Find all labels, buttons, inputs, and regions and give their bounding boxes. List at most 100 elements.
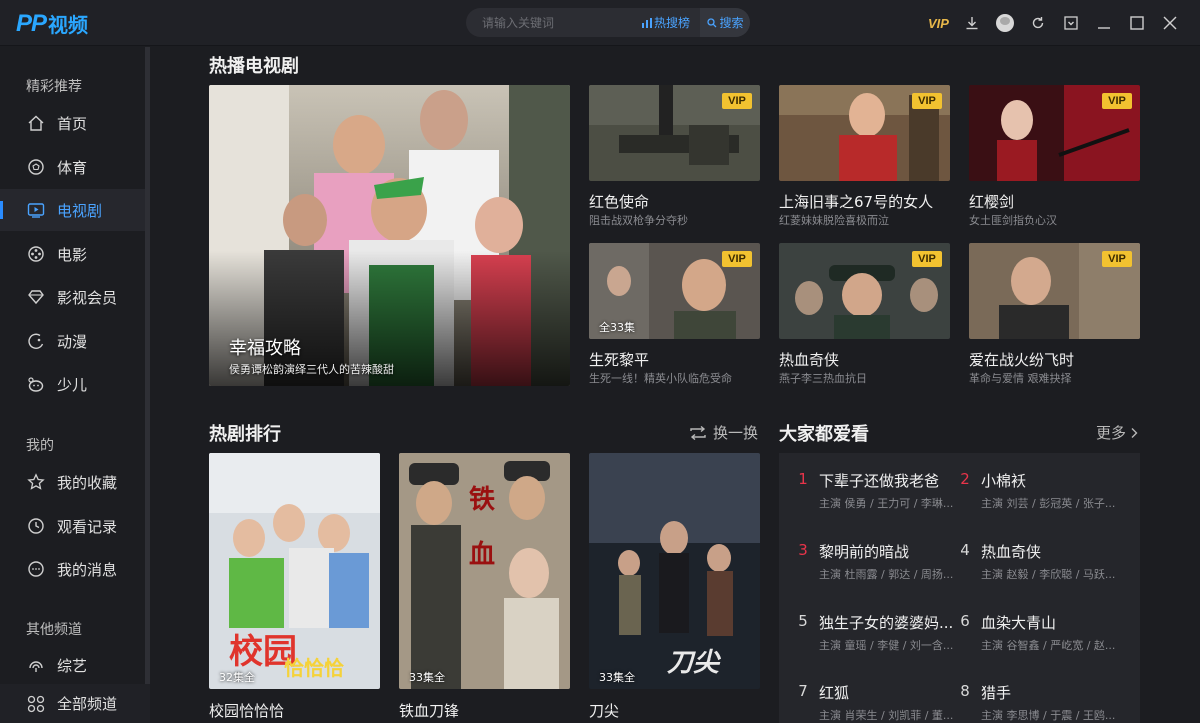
featured-card[interactable]: 幸福攻略 侯勇谭松韵演绎三代人的苦辣酸甜: [209, 85, 570, 386]
variety-icon: [26, 655, 46, 675]
vip-badge: VIP: [722, 93, 752, 109]
rank-number: 7: [798, 682, 808, 700]
logo-mark: PP: [16, 9, 47, 37]
diamond-icon: [26, 287, 46, 307]
all-channels-button[interactable]: 全部频道: [0, 684, 150, 723]
sidebar-item-home[interactable]: 首页: [0, 102, 146, 144]
tv-card-title[interactable]: 上海旧事之67号的女人: [779, 191, 933, 212]
sidebar-item-messages[interactable]: 我的消息: [0, 548, 146, 590]
poster-title[interactable]: 刀尖: [589, 700, 619, 721]
vip-badge: VIP: [722, 251, 752, 267]
tv-card-thumbnail[interactable]: VIP 全33集: [589, 243, 760, 339]
sidebar-item-favorites[interactable]: 我的收藏: [0, 461, 146, 503]
rank-title: 下辈子还做我老爸: [819, 472, 940, 490]
featured-title: 幸福攻略: [229, 338, 301, 359]
dropdown-menu-icon: [1063, 16, 1078, 30]
tv-card-title[interactable]: 红色使命: [589, 191, 649, 212]
sidebar-item-anime[interactable]: 动漫: [0, 320, 146, 362]
tv-card-thumbnail[interactable]: VIP: [779, 85, 950, 181]
rank-title: 热血奇侠: [981, 543, 1042, 561]
minimize-icon: [1097, 27, 1110, 29]
vip-badge: VIP: [1102, 93, 1132, 109]
app-logo[interactable]: PP 视频: [16, 9, 88, 38]
user-avatar-button[interactable]: [988, 11, 1021, 35]
poster-title[interactable]: 校园恰恰恰: [209, 700, 284, 721]
svg-text:恰恰恰: 恰恰恰: [284, 656, 344, 680]
vip-badge: VIP: [912, 93, 942, 109]
sidebar-item-variety[interactable]: 综艺: [0, 644, 146, 686]
tv-card-subtitle: 女土匪剑指负心汉: [969, 214, 1057, 227]
rank-number: 5: [798, 612, 808, 630]
tv-card-thumbnail[interactable]: VIP: [969, 85, 1140, 181]
episode-count-badge: 33集全: [409, 671, 445, 684]
search-button[interactable]: 搜索: [700, 8, 750, 37]
refresh-button[interactable]: [1021, 11, 1054, 35]
ranking-poster[interactable]: 铁血 33集全: [399, 453, 570, 689]
featured-subtitle: 侯勇谭松韵演绎三代人的苦辣酸甜: [229, 363, 394, 376]
tv-card-title[interactable]: 生死黎平: [589, 349, 649, 370]
ranking-poster[interactable]: 刀尖 33集全: [589, 453, 760, 689]
chevron-right-icon: [1131, 427, 1138, 438]
more-label: 更多: [1096, 424, 1127, 442]
tv-card-title[interactable]: 热血奇侠: [779, 349, 839, 370]
rank-cast: 主演 童瑶 / 李健 / 刘一含...: [819, 639, 954, 652]
rank-cast: 主演 侯勇 / 王力可 / 李琳...: [819, 497, 954, 510]
rank-number: 6: [960, 612, 970, 630]
rank-cast: 主演 李思博 / 于震 / 王鸥...: [981, 709, 1116, 722]
tv-card-thumbnail[interactable]: VIP: [969, 243, 1140, 339]
swap-arrows-icon: [690, 425, 706, 440]
search-input[interactable]: [466, 8, 632, 37]
sidebar-item-label: 观看记录: [57, 517, 118, 536]
sidebar-item-label: 少儿: [57, 375, 88, 394]
rank-cast: 主演 刘芸 / 彭冠英 / 张子...: [981, 497, 1116, 510]
rank-cast: 主演 赵毅 / 李欣聪 / 马跃...: [981, 568, 1116, 581]
tv-icon: [26, 200, 46, 220]
download-icon: [966, 17, 977, 30]
sidebar-group-mine: 我的: [26, 438, 54, 454]
search-icon: [706, 17, 716, 27]
more-link[interactable]: 更多: [1096, 422, 1138, 443]
sidebar-item-kids[interactable]: 少儿: [0, 363, 146, 405]
vip-button[interactable]: VIP: [922, 11, 955, 35]
hot-search-button[interactable]: 热搜榜: [632, 14, 700, 31]
svg-text:刀尖: 刀尖: [667, 648, 722, 678]
clock-icon: [26, 516, 46, 536]
ranking-poster[interactable]: 校园 恰恰恰 32集全: [209, 453, 380, 689]
sidebar-item-sports[interactable]: 体育: [0, 146, 146, 188]
menu-button[interactable]: [1054, 11, 1087, 35]
sidebar-item-history[interactable]: 观看记录: [0, 505, 146, 547]
tv-card-subtitle: 革命与爱情 艰难抉择: [969, 372, 1072, 385]
tv-card-thumbnail[interactable]: VIP: [779, 243, 950, 339]
tv-card-subtitle: 阻击战双枪争分夺秒: [589, 214, 688, 227]
rank-cast: 主演 杜雨露 / 郭达 / 周扬...: [819, 568, 954, 581]
sidebar-item-tv[interactable]: 电视剧: [0, 189, 146, 231]
sidebar-item-label: 电影: [57, 245, 88, 264]
vip-badge: VIP: [912, 251, 942, 267]
sidebar-item-movie[interactable]: 电影: [0, 233, 146, 275]
sidebar-item-vip[interactable]: 影视会员: [0, 276, 146, 318]
window-controls: VIP: [922, 11, 1186, 35]
message-icon: [26, 559, 46, 579]
maximize-button[interactable]: [1120, 11, 1153, 35]
rank-title: 小棉袄: [981, 472, 1027, 490]
anime-icon: [26, 331, 46, 351]
sidebar-item-label: 我的消息: [57, 560, 118, 579]
svg-text:铁: 铁: [469, 484, 495, 515]
tv-card-thumbnail[interactable]: VIP: [589, 85, 760, 181]
download-button[interactable]: [955, 11, 988, 35]
poster-title[interactable]: 铁血刀锋: [399, 700, 459, 721]
sidebar-item-label: 我的收藏: [57, 473, 118, 492]
sidebar-scrollbar[interactable]: [145, 47, 150, 687]
minimize-button[interactable]: [1087, 11, 1120, 35]
rank-title: 红狐: [819, 684, 850, 702]
tv-card-title[interactable]: 爱在战火纷飞时: [969, 349, 1074, 370]
refresh-ranking-button[interactable]: 换一换: [689, 422, 758, 443]
sidebar-item-label: 首页: [57, 114, 88, 133]
search-bar: 热搜榜 搜索: [466, 8, 750, 37]
refresh-icon: [1032, 17, 1043, 29]
tv-card-title[interactable]: 红樱剑: [969, 191, 1014, 212]
close-button[interactable]: [1153, 11, 1186, 35]
bar-chart-icon: [642, 17, 652, 28]
tv-card-subtitle: 红菱妹妹脱险喜极而泣: [779, 214, 889, 227]
vip-badge: VIP: [1102, 251, 1132, 267]
